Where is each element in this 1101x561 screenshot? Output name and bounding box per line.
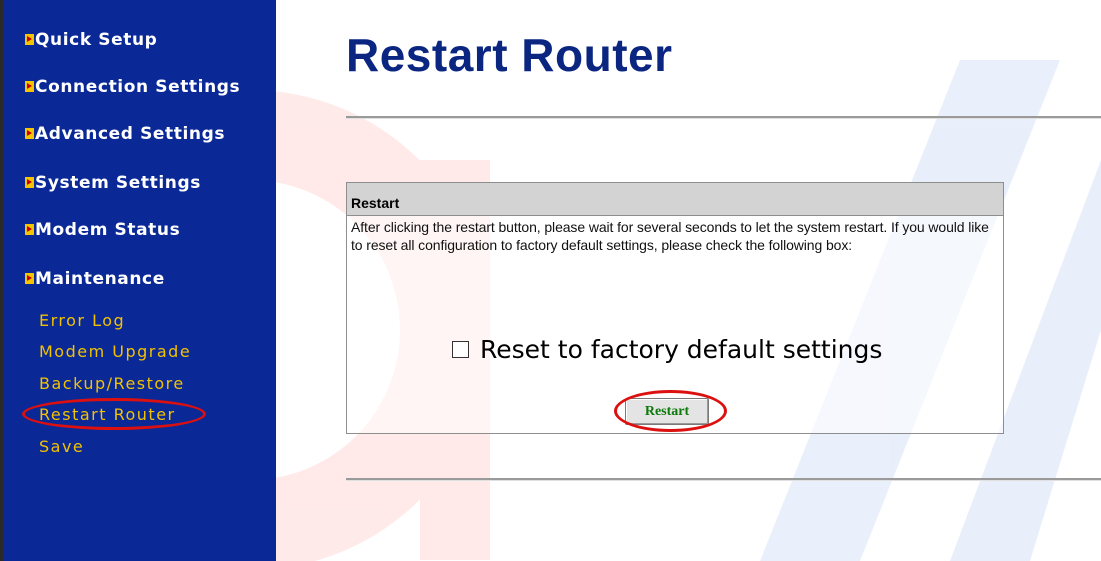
nav-item-modem-status[interactable]: Modem Status <box>25 220 180 240</box>
factory-reset-checkbox[interactable] <box>452 341 469 358</box>
factory-reset-option[interactable]: Reset to factory default settings <box>452 335 882 364</box>
panel-header: Restart <box>347 183 1003 216</box>
arrow-icon <box>25 81 34 92</box>
nav-item-advanced-settings[interactable]: Advanced Settings <box>25 124 225 144</box>
subnav-modem-upgrade[interactable]: Modem Upgrade <box>39 342 191 361</box>
divider <box>346 116 1101 119</box>
arrow-icon <box>25 128 34 139</box>
page-title: Restart Router <box>346 29 673 81</box>
divider <box>346 478 1101 481</box>
restart-panel: Restart After clicking the restart butto… <box>346 182 1004 434</box>
arrow-icon <box>25 177 34 188</box>
nav-item-maintenance[interactable]: Maintenance <box>25 269 165 289</box>
nav-item-connection-settings[interactable]: Connection Settings <box>25 77 240 97</box>
nav-item-quick-setup[interactable]: Quick Setup <box>25 30 157 50</box>
nav-item-system-settings[interactable]: System Settings <box>25 173 201 193</box>
subnav-save[interactable]: Save <box>39 437 84 456</box>
subnav-error-log[interactable]: Error Log <box>39 311 125 330</box>
arrow-icon <box>25 224 34 235</box>
sidebar: Quick Setup Connection Settings Advanced… <box>0 0 276 561</box>
subnav-backup-restore[interactable]: Backup/Restore <box>39 374 185 393</box>
panel-description: After clicking the restart button, pleas… <box>351 219 989 253</box>
restart-button[interactable]: Restart <box>625 398 709 425</box>
arrow-icon <box>25 34 34 45</box>
arrow-icon <box>25 273 34 284</box>
factory-reset-label[interactable]: Reset to factory default settings <box>480 335 882 364</box>
highlight-circle <box>22 398 206 430</box>
